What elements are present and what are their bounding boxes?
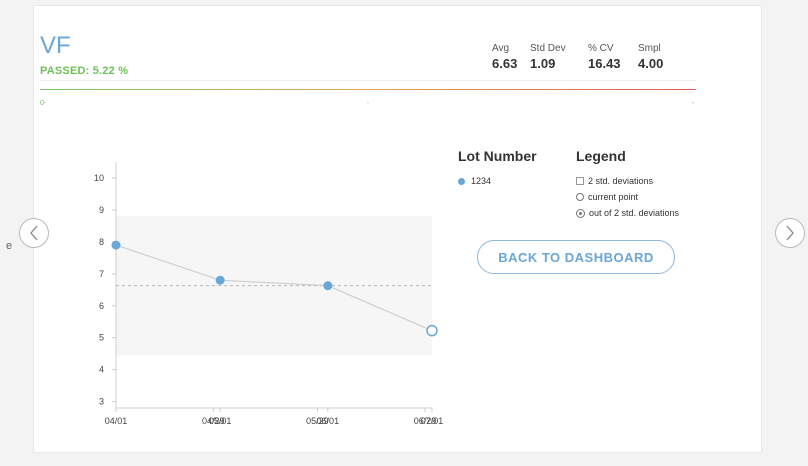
legend-label: out of 2 std. deviations — [589, 208, 680, 218]
y-tick-label: 8 — [99, 237, 104, 247]
legend-item-out-of-range: out of 2 std. deviations — [576, 208, 679, 218]
x-tick-label: 07/01 — [421, 416, 444, 426]
stat-label: Std Dev — [530, 43, 566, 54]
stat-label: Avg — [492, 43, 510, 54]
legend-item-current-point: current point — [576, 192, 638, 202]
x-tick-label: 05/01 — [209, 416, 232, 426]
data-point — [215, 275, 225, 285]
square-icon — [576, 177, 584, 185]
x-tick-label: 06/01 — [317, 416, 340, 426]
hollow-circle-icon — [576, 193, 584, 201]
dotted-circle-icon — [576, 208, 585, 218]
legend-label: 2 std. deviations — [588, 176, 654, 186]
back-to-dashboard-button[interactable]: BACK TO DASHBOARD — [477, 240, 675, 274]
y-tick-label: 3 — [99, 397, 104, 407]
status-text: PASSED: 5.22 % — [40, 65, 129, 77]
gauge-mid-label: - — [367, 100, 370, 107]
stat-std-dev: Std Dev 1.09 — [530, 43, 566, 71]
stat-value: 16.43 — [588, 56, 621, 71]
chevron-right-icon — [786, 225, 794, 241]
stat-cv: % CV 16.43 — [588, 43, 621, 71]
stat-label: % CV — [588, 43, 614, 54]
stat-label: Smpl — [638, 43, 661, 54]
next-button[interactable] — [775, 218, 805, 248]
legend-title: Legend — [576, 148, 626, 164]
y-tick-label: 9 — [99, 205, 104, 215]
levey-jennings-chart: 34567891004/01 04/2905/01 05/2906/01 06/290… — [94, 162, 444, 426]
metric-header: VF PASSED: 5.22 % Avg 6.63 Std Dev 1.09 … — [40, 32, 696, 81]
lot-item-label: 1234 — [471, 176, 492, 186]
legend-item-std-band: 2 std. deviations — [576, 176, 653, 186]
legend-label: current point — [588, 192, 639, 202]
range-gauge — [40, 89, 696, 90]
gauge-left-label: 0- — [40, 100, 47, 107]
y-tick-label: 5 — [99, 333, 104, 343]
side-text: e — [6, 240, 13, 252]
lot-dot-icon — [458, 177, 465, 185]
stat-avg: Avg 6.63 — [492, 43, 517, 71]
current-data-point — [426, 324, 438, 337]
x-tick-label: 04/01 — [105, 416, 128, 426]
stat-smpl: Smpl 4.00 — [638, 43, 663, 71]
data-point — [323, 281, 333, 291]
metric-title: VF — [40, 32, 71, 59]
stat-value: 1.09 — [530, 56, 556, 71]
chevron-left-icon — [30, 225, 38, 241]
y-tick-label: 10 — [94, 173, 104, 183]
y-tick-label: 7 — [99, 269, 104, 279]
y-tick-label: 4 — [99, 365, 104, 375]
lot-number-title: Lot Number — [458, 148, 537, 164]
gauge-right-label: - — [692, 100, 695, 107]
lot-item[interactable]: 1234 — [458, 176, 491, 186]
y-tick-label: 6 — [99, 301, 104, 311]
stat-value: 6.63 — [492, 56, 518, 71]
data-point — [111, 240, 121, 250]
stat-value: 4.00 — [638, 56, 664, 71]
